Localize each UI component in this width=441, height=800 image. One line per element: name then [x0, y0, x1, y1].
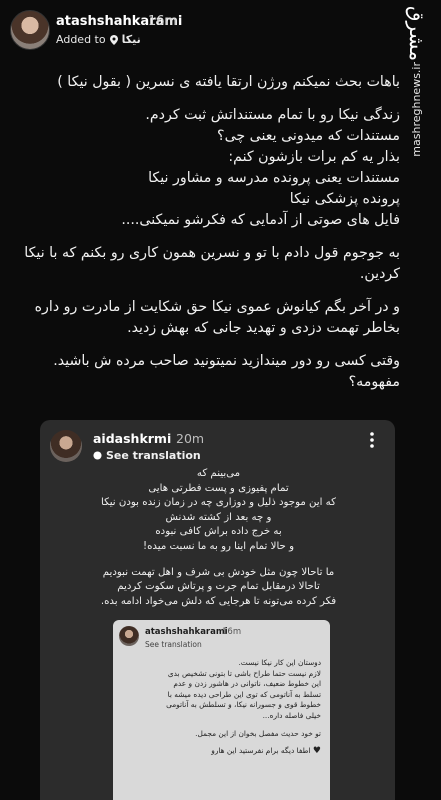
- mashregh-logo: مشرق: [405, 6, 429, 62]
- story-header: atashshahkarami 16m Added to نیکا مشرق m…: [0, 0, 441, 157]
- comment-username[interactable]: aidashkrmi: [93, 431, 171, 446]
- nested-time: 16m: [222, 627, 242, 637]
- story-text: باهات بحث نمیکنم ورژن ارتقا یافته ی نسری…: [22, 72, 400, 405]
- nested-paragraph: ♥ اطفا دیگه برام نفرستید این هارو: [121, 746, 321, 757]
- see-translation-link[interactable]: See translation: [93, 449, 201, 462]
- story-time: 16m: [148, 14, 178, 29]
- avatar[interactable]: [10, 10, 50, 50]
- added-prefix: Added to: [56, 33, 106, 46]
- added-to-highlight[interactable]: Added to نیکا: [56, 33, 141, 46]
- highlight-name: نیکا: [121, 33, 141, 46]
- comment-paragraph: می‌بینم که تمام پفیوزی و پست فطرتی هایی …: [101, 468, 336, 552]
- post-paragraph: و در آخر بگم کیانوش عموی نیکا حق شکایت ا…: [34, 299, 400, 336]
- comment-text: می‌بینم که تمام پفیوزی و پست فطرتی هایی …: [46, 467, 391, 620]
- globe-icon: [93, 451, 102, 460]
- heart-icon: ♥: [312, 746, 321, 757]
- nested-paragraph: تو خود حدیث مفصل بخوان از این مجمل.: [195, 728, 321, 738]
- shared-comment-card[interactable]: aidashkrmi 20m See translation می‌بینم ک…: [40, 420, 395, 800]
- nested-avatar: [119, 626, 139, 646]
- comment-paragraph: ما تاحالا چون مثل خودش بی شرف و اهل تهمت…: [100, 566, 337, 607]
- nested-last-line: اطفا دیگه برام نفرستید این هارو: [211, 746, 311, 756]
- comment-time: 20m: [176, 431, 205, 446]
- nested-text: دوستان این کار نیکا نیست. لازم نیست حتما…: [121, 658, 321, 764]
- nested-username: atashshahkarami: [145, 627, 228, 637]
- post-paragraph: وقتی کسی رو دور میندازید نمیتونید صاحب م…: [53, 353, 400, 390]
- post-paragraph: باهات بحث نمیکنم ورژن ارتقا یافته ی نسری…: [57, 74, 400, 90]
- post-paragraph: به جوجوم قول دادم با تو و نسرین همون کار…: [24, 245, 400, 282]
- nested-paragraph: دوستان این کار نیکا نیست. لازم نیست حتما…: [166, 658, 321, 720]
- nested-see-translation: See translation: [145, 640, 202, 649]
- nested-story-screenshot: atashshahkarami 16m See translation دوست…: [113, 620, 330, 800]
- post-paragraph: زندگی نیکا رو با تمام مستنداتش ثبت کردم.…: [121, 107, 400, 228]
- pin-icon: [109, 34, 118, 45]
- comment-avatar[interactable]: [50, 430, 82, 462]
- more-options-icon[interactable]: [362, 430, 382, 450]
- watermark-url: mashreghnews.ir: [410, 62, 423, 157]
- see-translation-label: See translation: [106, 449, 201, 462]
